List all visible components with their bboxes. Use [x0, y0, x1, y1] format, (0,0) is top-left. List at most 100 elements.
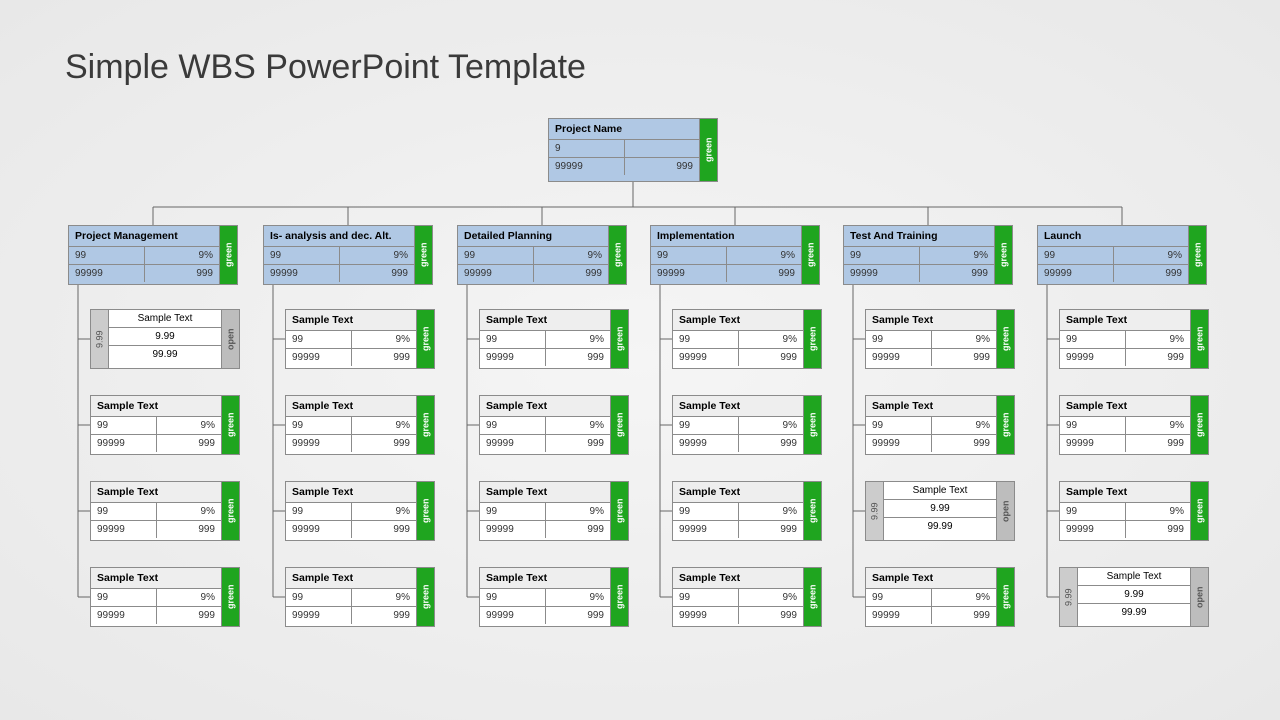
status-tag: open [221, 310, 239, 368]
cell: 99 [1060, 417, 1125, 434]
cell: 99999 [286, 521, 351, 538]
cell: 999 [931, 607, 997, 624]
cell: 9% [1125, 331, 1191, 348]
cell: 9% [351, 331, 417, 348]
cell: 9% [351, 589, 417, 606]
cell: 9% [738, 503, 804, 520]
leaf-node: Sample Text 999% 99999999 green [479, 567, 629, 627]
status-tag: green [1190, 482, 1208, 540]
leaf-node: Sample Text 999% 99999999 green [285, 395, 435, 455]
leaf-title: Sample Text [673, 568, 803, 588]
cell: 99999 [286, 435, 351, 452]
cell: 99 [1060, 503, 1125, 520]
cell: 99 [1038, 247, 1113, 264]
leaf-node: Sample Text 999% 99999999 green [285, 567, 435, 627]
leaf-title: Sample Text [286, 482, 416, 502]
branch-node: Test And Training 999% 99999999 green [843, 225, 1013, 285]
status-tag: green [801, 226, 819, 284]
root-cell-a: 9 [549, 140, 624, 157]
cell: 99 [866, 417, 931, 434]
leaf-node: Sample Text 999% 99999999 green [1059, 395, 1209, 455]
cell: 999 [351, 435, 417, 452]
leaf-node: 9.99 Sample Text 9.99 99.99 open [1059, 567, 1209, 627]
branch-title: Implementation [651, 226, 801, 246]
cell: 99 [91, 503, 156, 520]
cell: 999 [545, 435, 611, 452]
status-tag: green [416, 568, 434, 626]
cell: 999 [545, 521, 611, 538]
leaf-node: Sample Text 999% 99999999 green [672, 309, 822, 369]
cell: 9% [931, 417, 997, 434]
status-tag: green [1190, 310, 1208, 368]
leaf-title: Sample Text [866, 396, 996, 416]
status-tag: green [803, 482, 821, 540]
cell: 99999 [673, 349, 738, 366]
cell: 9% [545, 589, 611, 606]
cell: 99 [286, 417, 351, 434]
cell: 99999 [673, 435, 738, 452]
cell: 999 [738, 349, 804, 366]
status-tag: green [221, 482, 239, 540]
cell: 99999 [69, 265, 144, 282]
cell: 99 [673, 331, 738, 348]
cell: 99999 [91, 521, 156, 538]
leaf-node: Sample Text 999% 99999999 green [672, 567, 822, 627]
leaf-title: Sample Text [1060, 396, 1190, 416]
cell: 9% [156, 503, 222, 520]
branch-title: Is- analysis and dec. Alt. [264, 226, 414, 246]
cell: 999 [351, 349, 417, 366]
leaf-title: Sample Text [866, 310, 996, 330]
cell: 9% [931, 589, 997, 606]
leaf-title: Sample Text [286, 568, 416, 588]
leaf-title: Sample Text [91, 482, 221, 502]
leaf-node: Sample Text 999% 99999999 green [90, 481, 240, 541]
cell: 9% [1113, 247, 1189, 264]
status-tag: green [996, 396, 1014, 454]
cell: 999 [738, 607, 804, 624]
leaf-node: Sample Text 999% 99999999 green [865, 309, 1015, 369]
cell: 99999 [866, 435, 931, 452]
cell: 999 [545, 349, 611, 366]
leaf-title: Sample Text [109, 310, 221, 327]
cell: 9% [545, 331, 611, 348]
cell: 99999 [264, 265, 339, 282]
cell: 99999 [673, 521, 738, 538]
leaf-node: Sample Text 999% 99999999 green [865, 567, 1015, 627]
cell: 9.99 [884, 499, 996, 517]
cell: 999 [351, 607, 417, 624]
cell: 9% [533, 247, 609, 264]
status-tag: green [996, 568, 1014, 626]
cell: 99 [651, 247, 726, 264]
leaf-title: Sample Text [1060, 482, 1190, 502]
cell: 99999 [866, 349, 931, 366]
cell: 99999 [480, 607, 545, 624]
cell: 99 [286, 503, 351, 520]
cell: 999 [919, 265, 995, 282]
cell: 99999 [1060, 521, 1125, 538]
cell: 999 [156, 521, 222, 538]
cell: 99 [480, 503, 545, 520]
cell: 99.99 [109, 345, 221, 363]
status-tag: green [610, 568, 628, 626]
cell: 99 [286, 331, 351, 348]
status-tag: green [610, 396, 628, 454]
cell: 9% [931, 331, 997, 348]
root-node: Project Name 9 99999999 green [548, 118, 718, 182]
cell: 9% [738, 331, 804, 348]
cell: 999 [1125, 521, 1191, 538]
leaf-title: Sample Text [480, 310, 610, 330]
status-tag: green [1188, 226, 1206, 284]
cell: 9% [545, 503, 611, 520]
branch-title: Detailed Planning [458, 226, 608, 246]
wbs-canvas: Project Name 9 99999999 green Project Ma… [0, 0, 1280, 720]
leaf-node: Sample Text 999% 99999999 green [865, 395, 1015, 455]
cell: 99999 [480, 349, 545, 366]
status-tag: green [414, 226, 432, 284]
cell: 99999 [673, 607, 738, 624]
cell: 99 [844, 247, 919, 264]
cell: 99 [286, 589, 351, 606]
status-tag: green [416, 482, 434, 540]
cell: 9% [738, 417, 804, 434]
cell: 99999 [458, 265, 533, 282]
branch-node: Project Management 999% 99999999 green [68, 225, 238, 285]
